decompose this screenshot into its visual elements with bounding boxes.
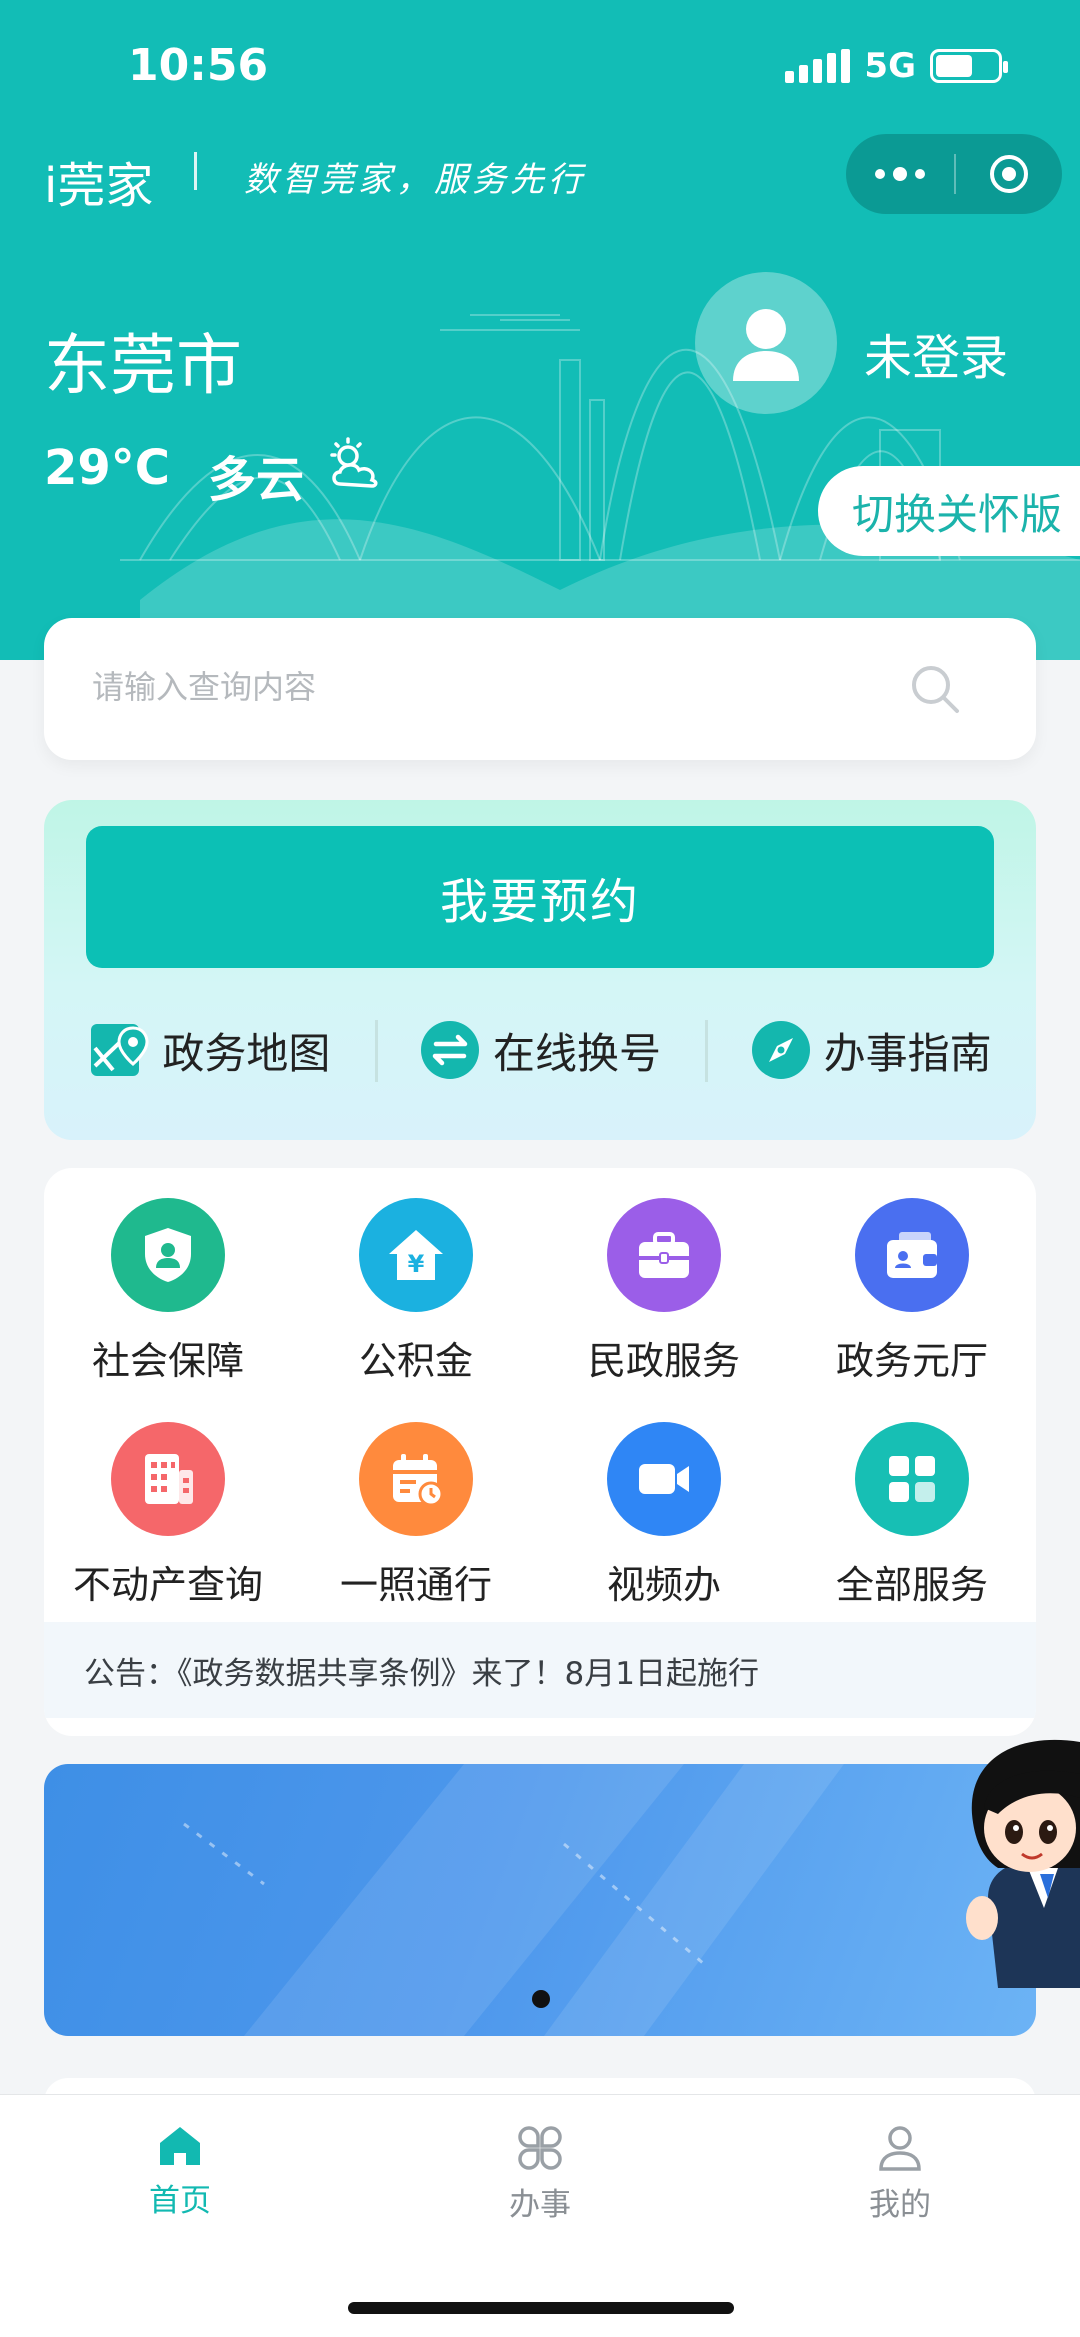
quick-link-map[interactable]: 政务地图: [44, 1012, 375, 1088]
tab-mine[interactable]: 我的: [820, 2125, 980, 2224]
app-slogan: 数智莞家，服务先行: [244, 160, 586, 200]
status-icons: 5G: [785, 46, 1008, 86]
person-icon: [879, 2126, 921, 2171]
promo-banner[interactable]: [44, 1764, 1036, 2036]
shield-person-icon: [111, 1198, 225, 1312]
make-appointment-button[interactable]: 我要预约: [86, 826, 994, 968]
header-hero: 10:56 5G i莞家 数智莞家，服务先行 东莞市 29°C 多云 未登录 切…: [0, 0, 1080, 660]
services-card: 社会保障 ¥ 公积金 民政服务 政务元厅 不动产查询 一照通行 视频办 全部服务…: [44, 1168, 1036, 1736]
service-video[interactable]: 视频办: [540, 1422, 788, 1646]
network-type: 5G: [864, 46, 916, 86]
announcement-bar[interactable]: 公告：《政务数据共享条例》来了！8月1日起施行: [44, 1622, 1036, 1718]
clover-grid-icon: [518, 2126, 562, 2170]
svg-text:¥: ¥: [408, 1250, 425, 1278]
service-real-estate[interactable]: 不动产查询: [44, 1422, 292, 1646]
service-housing-fund[interactable]: ¥ 公积金: [292, 1198, 540, 1422]
service-label: 公积金: [358, 1339, 473, 1383]
title-divider: [194, 152, 197, 190]
cloudy-weather-icon: [330, 437, 378, 488]
appointment-card: 我要预约 政务地图 在线换号 办事指南: [44, 800, 1036, 1140]
login-status[interactable]: 未登录: [864, 318, 1008, 388]
quick-link-label: 政务地图: [162, 1028, 331, 1078]
search-bar[interactable]: [44, 618, 1036, 760]
wallet-card-icon: [855, 1198, 969, 1312]
status-time: 10:56: [128, 40, 269, 91]
tab-services[interactable]: 办事: [460, 2125, 620, 2224]
service-label: 不动产查询: [72, 1563, 263, 1607]
video-camera-icon: [607, 1422, 721, 1536]
tab-label: 首页: [149, 2183, 211, 2219]
mascot-character[interactable]: [958, 1728, 1080, 1988]
service-label: 社会保障: [91, 1339, 244, 1383]
temperature: 29°C: [44, 440, 171, 496]
service-label: 视频办: [606, 1563, 721, 1607]
signal-icon: [785, 49, 851, 83]
service-gov-hall[interactable]: 政务元厅: [788, 1198, 1036, 1422]
carousel-indicator[interactable]: [532, 1990, 550, 2008]
quick-link-swap[interactable]: 在线换号: [374, 1012, 706, 1088]
service-social-security[interactable]: 社会保障: [44, 1198, 292, 1422]
bottom-tab-bar: 首页 办事 我的: [0, 2094, 1080, 2337]
grid-apps-icon: [855, 1422, 969, 1536]
services-grid: 社会保障 ¥ 公积金 民政服务 政务元厅 不动产查询 一照通行 视频办 全部服务: [44, 1198, 1036, 1646]
search-icon[interactable]: [908, 662, 962, 716]
service-label: 民政服务: [587, 1339, 740, 1383]
quick-link-label: 办事指南: [823, 1028, 992, 1078]
calendar-clock-icon: [359, 1422, 473, 1536]
service-label: 政务元厅: [835, 1339, 988, 1383]
miniprogram-capsule: [846, 134, 1062, 214]
house-yuan-icon: ¥: [359, 1198, 473, 1312]
quick-links: 政务地图 在线换号 办事指南: [44, 1012, 1036, 1088]
compass-icon: [750, 1019, 812, 1081]
quick-link-label: 在线换号: [493, 1028, 662, 1078]
care-mode-button[interactable]: 切换关怀版: [818, 466, 1080, 556]
building-icon: [111, 1422, 225, 1536]
more-options-icon[interactable]: [846, 134, 954, 214]
city-name[interactable]: 东莞市: [44, 312, 242, 408]
weather-text: 多云: [208, 452, 305, 508]
quick-link-guide[interactable]: 办事指南: [705, 1012, 1036, 1088]
close-target-icon[interactable]: [956, 134, 1062, 214]
battery-icon: [930, 49, 1008, 83]
service-all[interactable]: 全部服务: [788, 1422, 1036, 1646]
service-label: 全部服务: [835, 1563, 988, 1607]
home-indicator: [348, 2302, 734, 2314]
service-one-license[interactable]: 一照通行: [292, 1422, 540, 1646]
tab-label: 办事: [509, 2187, 571, 2223]
briefcase-icon: [607, 1198, 721, 1312]
home-icon: [160, 2127, 200, 2165]
swap-icon: [419, 1019, 481, 1081]
tab-label: 我的: [869, 2187, 931, 2223]
tab-home[interactable]: 首页: [100, 2125, 260, 2220]
service-label: 一照通行: [339, 1563, 492, 1607]
app-title: i莞家: [44, 158, 154, 214]
user-avatar[interactable]: [695, 272, 837, 414]
service-civil-affairs[interactable]: 民政服务: [540, 1198, 788, 1422]
search-input[interactable]: [92, 668, 872, 706]
map-icon: [88, 1019, 150, 1081]
person-silhouette-icon: [733, 309, 799, 381]
